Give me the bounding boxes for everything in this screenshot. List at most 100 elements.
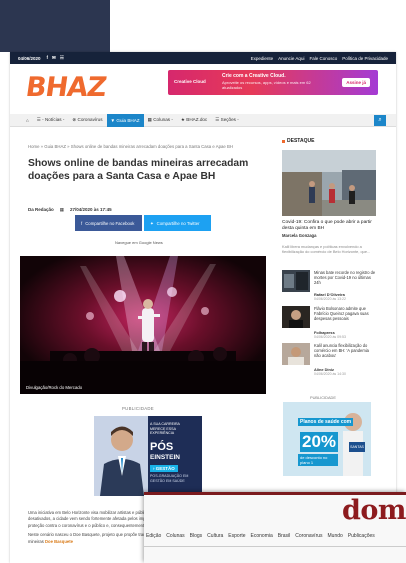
article-meta: Da Redação ▦ 27/04/2020 às 17:45 xyxy=(28,207,112,213)
rss-icon[interactable]: ☵ xyxy=(60,55,64,61)
share-facebook-label: Compartilhe no Facebook xyxy=(85,220,135,226)
sidebar-item-date: 04/06/2020 às 14:30 xyxy=(314,372,346,376)
site-header: BHAZ Creative Cloud Crie com a Creative … xyxy=(10,64,396,114)
article-photo: Divulgação/Rock do Mercado xyxy=(20,256,266,394)
sidebar-item-title: Flávio Bolsonaro admite que Fabrício Que… xyxy=(314,306,369,321)
top-link-anuncie[interactable]: Anuncie Aqui xyxy=(278,56,304,61)
main-nav: ⌂ ☰ - Notícias - ⊗ Coronavírus ▼ Guia BH… xyxy=(10,113,396,127)
nav-label: ☰ Seções - xyxy=(215,117,239,122)
sidebar-thumb xyxy=(282,343,310,365)
overlay-nav-item[interactable]: Publicações xyxy=(348,533,375,543)
sidebar-item[interactable]: Minas bate recorde no registro de mortes… xyxy=(282,270,378,301)
article-author[interactable]: Da Redação xyxy=(28,207,54,213)
site-logo[interactable]: BHAZ xyxy=(24,72,108,103)
sidebar-item-title: Minas bate recorde no registro de mortes… xyxy=(314,270,376,285)
ad-tagline: A SUA CARREIRA MERECE ESSA EXPERIÊNCIA xyxy=(150,422,180,435)
sidebar-ad-label: PUBLICIDADE xyxy=(310,395,336,400)
facebook-icon: f xyxy=(81,220,83,226)
search-icon: ⌕ xyxy=(378,117,382,123)
sidebar-item[interactable]: Flávio Bolsonaro admite que Fabrício Que… xyxy=(282,306,378,339)
nav-secoes[interactable]: ☰ Seções - xyxy=(211,114,243,127)
overlay-nav-item[interactable]: Coronavírus xyxy=(295,533,322,543)
sidebar-item[interactable]: Kalil anuncia flexibilização do comércio… xyxy=(282,343,378,376)
nav-coronavirus[interactable]: ⊗ Coronavírus xyxy=(68,114,106,127)
search-button[interactable]: ⌕ xyxy=(374,115,386,126)
nav-label: ▼ Guia BHAZ xyxy=(110,117,140,123)
facebook-icon[interactable]: f xyxy=(47,55,49,61)
featured-image xyxy=(282,150,376,216)
overlay-nav-item[interactable]: Economia xyxy=(251,533,273,543)
ad-person-image xyxy=(94,416,148,496)
health-plan-ad[interactable]: Planos de saúde com 20% de desconto no p… xyxy=(283,402,371,476)
twitter-icon: ✦ xyxy=(150,220,154,226)
einstein-ad[interactable]: A SUA CARREIRA MERECE ESSA EXPERIÊNCIA P… xyxy=(94,416,202,496)
ad-fine-print: POS-GRADUAÇÃO EM GESTÃO EM SAÚDE xyxy=(150,474,189,483)
google-news-link[interactable]: Navegue em Google News xyxy=(115,240,163,245)
top-link-contato[interactable]: Fale Conosco xyxy=(309,56,337,61)
ad-label: PUBLICIDADE xyxy=(122,406,154,411)
home-icon: ⌂ xyxy=(26,117,29,123)
browser-page: 04/06/2020 f ✉ ☵ Expediente Anuncie Aqui… xyxy=(10,52,396,563)
overlay-nav: Edição Colunas Blogs Cultura Esporte Eco… xyxy=(144,533,406,543)
top-link-privacidade[interactable]: Política de Privacidade xyxy=(342,56,388,61)
photo-caption: Divulgação/Rock do Mercado xyxy=(26,385,83,390)
sidebar-item-date: 04/06/2020 às 09:53 xyxy=(314,335,346,339)
health-ad-line1: Planos de saúde com xyxy=(298,418,354,426)
featured-title[interactable]: Covid-19: Confira o que pode abrir a par… xyxy=(282,220,378,232)
share-twitter-label: Compartilhe no Twitter xyxy=(156,220,200,226)
overlay-window: dom Edição Colunas Blogs Cultura Esporte… xyxy=(144,492,406,563)
overlay-nav-item[interactable]: Mundo xyxy=(328,533,343,543)
ad-banner[interactable]: Creative Cloud Crie com a Creative Cloud… xyxy=(168,70,378,95)
ad-brand: EINSTEIN xyxy=(150,454,180,461)
social-links: f ✉ ☵ xyxy=(47,55,64,61)
banner-button[interactable]: Assine já xyxy=(342,78,370,87)
nav-colunas[interactable]: ▦ Colunas - xyxy=(144,114,177,127)
nav-label: ☰ - Notícias - xyxy=(36,117,65,122)
health-ad-line2: de desconto no plano 1 xyxy=(298,454,338,466)
ad-cta-button[interactable]: › GESTÃO xyxy=(150,465,178,472)
current-date: 04/06/2020 xyxy=(18,55,41,61)
sidebar-item-date: 04/06/2020 às 13:22 xyxy=(314,297,346,301)
banner-subtitle: Aproveite os recursos, apps, vídeos e ma… xyxy=(222,80,311,90)
nav-noticias[interactable]: ☰ - Notícias - xyxy=(33,114,69,127)
sidebar-heading-label: DESTAQUE xyxy=(287,138,315,144)
overlay-nav-item[interactable]: Esporte xyxy=(228,533,245,543)
highlight-link[interactable]: Doe Basquete xyxy=(45,539,73,544)
health-ad-logo: SANTAS xyxy=(349,442,365,452)
overlay-nav-item[interactable]: Colunas xyxy=(166,533,184,543)
top-link-expediente[interactable]: Expediente xyxy=(251,56,274,61)
sidebar-thumb xyxy=(282,306,310,328)
nav-bhaz-doc[interactable]: ★ BHAZ.doc xyxy=(177,114,211,127)
top-bar: 04/06/2020 f ✉ ☵ Expediente Anuncie Aqui… xyxy=(10,52,396,64)
sidebar-item-title: Kalil anuncia flexibilização do comércio… xyxy=(314,343,369,358)
top-links: Expediente Anuncie Aqui Fale Conosco Pol… xyxy=(251,56,388,61)
ad-headline: PÓS xyxy=(150,441,174,453)
nav-label: ★ BHAZ.doc xyxy=(180,117,208,122)
share-twitter-button[interactable]: ✦ Compartilhe no Twitter xyxy=(144,215,211,231)
email-icon[interactable]: ✉ xyxy=(52,55,56,61)
nav-label: ⊗ Coronavírus xyxy=(72,117,103,122)
sidebar-thumb xyxy=(282,270,310,292)
featured-photo[interactable] xyxy=(282,150,376,216)
concert-image xyxy=(20,256,266,394)
background-block xyxy=(0,0,110,52)
overlay-nav-item[interactable]: Blogs xyxy=(190,533,203,543)
calendar-icon: ▦ xyxy=(59,207,65,212)
banner-brand: Creative Cloud xyxy=(174,79,206,84)
breadcrumb[interactable]: Home » Guia BHAZ » Shows online de banda… xyxy=(28,144,268,149)
article-date: 27/04/2020 às 17:45 xyxy=(70,207,112,212)
screen: 04/06/2020 f ✉ ☵ Expediente Anuncie Aqui… xyxy=(0,0,406,563)
overlay-nav-item[interactable]: Edição xyxy=(146,533,161,543)
overlay-nav-item[interactable]: Cultura xyxy=(207,533,223,543)
divider xyxy=(144,546,406,547)
featured-author[interactable]: Marcela Gonzaga xyxy=(282,233,316,238)
overlay-logo[interactable]: dom xyxy=(342,495,406,527)
nav-label: ▦ Colunas - xyxy=(147,117,173,122)
nav-guia-bhaz[interactable]: ▼ Guia BHAZ xyxy=(106,113,144,127)
sidebar-heading: DESTAQUE xyxy=(282,138,314,144)
nav-home[interactable]: ⌂ xyxy=(22,114,33,127)
overlay-nav-item[interactable]: Brasil xyxy=(278,533,291,543)
banner-title: Crie com a Creative Cloud. xyxy=(222,73,286,79)
article-title: Shows online de bandas mineiras arrecada… xyxy=(28,158,249,182)
share-facebook-button[interactable]: f Compartilhe no Facebook xyxy=(75,215,142,231)
